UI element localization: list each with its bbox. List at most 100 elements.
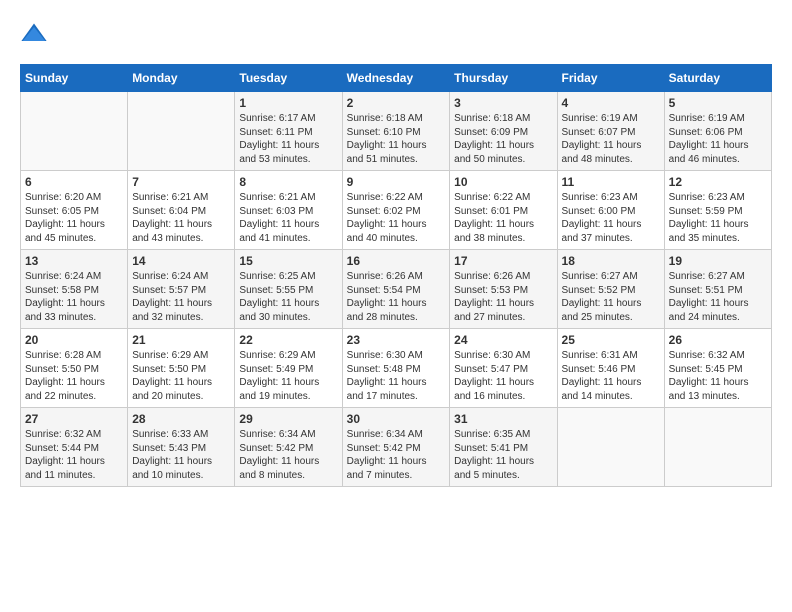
- day-content: Sunrise: 6:21 AM Sunset: 6:03 PM Dayligh…: [239, 191, 337, 245]
- calendar-cell: [664, 408, 771, 487]
- day-content: Sunrise: 6:28 AM Sunset: 5:50 PM Dayligh…: [25, 349, 123, 403]
- day-number: 6: [25, 175, 123, 189]
- col-header-sunday: Sunday: [21, 65, 128, 92]
- calendar-cell: 26 Sunrise: 6:32 AM Sunset: 5:45 PM Dayli…: [664, 329, 771, 408]
- calendar-header: SundayMondayTuesdayWednesdayThursdayFrid…: [21, 65, 772, 92]
- day-number: 26: [669, 333, 767, 347]
- calendar-cell: 17 Sunrise: 6:26 AM Sunset: 5:53 PM Dayli…: [450, 250, 557, 329]
- day-number: 20: [25, 333, 123, 347]
- calendar-row-3: 20 Sunrise: 6:28 AM Sunset: 5:50 PM Dayli…: [21, 329, 772, 408]
- day-content: Sunrise: 6:30 AM Sunset: 5:47 PM Dayligh…: [454, 349, 552, 403]
- calendar-body: 1 Sunrise: 6:17 AM Sunset: 6:11 PM Daylig…: [21, 92, 772, 487]
- day-number: 24: [454, 333, 552, 347]
- day-content: Sunrise: 6:21 AM Sunset: 6:04 PM Dayligh…: [132, 191, 230, 245]
- day-number: 3: [454, 96, 552, 110]
- day-content: Sunrise: 6:19 AM Sunset: 6:06 PM Dayligh…: [669, 112, 767, 166]
- calendar-cell: 6 Sunrise: 6:20 AM Sunset: 6:05 PM Daylig…: [21, 171, 128, 250]
- calendar-cell: 3 Sunrise: 6:18 AM Sunset: 6:09 PM Daylig…: [450, 92, 557, 171]
- calendar-cell: [21, 92, 128, 171]
- day-content: Sunrise: 6:24 AM Sunset: 5:58 PM Dayligh…: [25, 270, 123, 324]
- day-content: Sunrise: 6:18 AM Sunset: 6:10 PM Dayligh…: [347, 112, 446, 166]
- day-content: Sunrise: 6:17 AM Sunset: 6:11 PM Dayligh…: [239, 112, 337, 166]
- day-number: 18: [562, 254, 660, 268]
- calendar-cell: 16 Sunrise: 6:26 AM Sunset: 5:54 PM Dayli…: [342, 250, 450, 329]
- day-number: 12: [669, 175, 767, 189]
- calendar-cell: [557, 408, 664, 487]
- calendar-cell: 28 Sunrise: 6:33 AM Sunset: 5:43 PM Dayli…: [128, 408, 235, 487]
- calendar-cell: 30Sunrise: 6:34 AM Sunset: 5:42 PM Dayli…: [342, 408, 450, 487]
- day-number: 28: [132, 412, 230, 426]
- calendar-cell: 12 Sunrise: 6:23 AM Sunset: 5:59 PM Dayli…: [664, 171, 771, 250]
- col-header-saturday: Saturday: [664, 65, 771, 92]
- calendar-cell: 20 Sunrise: 6:28 AM Sunset: 5:50 PM Dayli…: [21, 329, 128, 408]
- day-number: 25: [562, 333, 660, 347]
- calendar-cell: 29Sunrise: 6:34 AM Sunset: 5:42 PM Dayli…: [235, 408, 342, 487]
- calendar-row-1: 6 Sunrise: 6:20 AM Sunset: 6:05 PM Daylig…: [21, 171, 772, 250]
- calendar-cell: 21 Sunrise: 6:29 AM Sunset: 5:50 PM Dayli…: [128, 329, 235, 408]
- day-content: Sunrise: 6:35 AM Sunset: 5:41 PM Dayligh…: [454, 428, 552, 482]
- header-row: SundayMondayTuesdayWednesdayThursdayFrid…: [21, 65, 772, 92]
- day-content: Sunrise: 6:26 AM Sunset: 5:54 PM Dayligh…: [347, 270, 446, 324]
- day-number: 2: [347, 96, 446, 110]
- day-content: Sunrise: 6:32 AM Sunset: 5:44 PM Dayligh…: [25, 428, 123, 482]
- calendar-table: SundayMondayTuesdayWednesdayThursdayFrid…: [20, 64, 772, 487]
- day-number: 9: [347, 175, 446, 189]
- col-header-monday: Monday: [128, 65, 235, 92]
- logo: [20, 20, 52, 48]
- day-content: Sunrise: 6:23 AM Sunset: 5:59 PM Dayligh…: [669, 191, 767, 245]
- calendar-cell: 4 Sunrise: 6:19 AM Sunset: 6:07 PM Daylig…: [557, 92, 664, 171]
- day-number: 19: [669, 254, 767, 268]
- day-content: Sunrise: 6:26 AM Sunset: 5:53 PM Dayligh…: [454, 270, 552, 324]
- day-content: Sunrise: 6:33 AM Sunset: 5:43 PM Dayligh…: [132, 428, 230, 482]
- day-content: Sunrise: 6:32 AM Sunset: 5:45 PM Dayligh…: [669, 349, 767, 403]
- day-content: Sunrise: 6:20 AM Sunset: 6:05 PM Dayligh…: [25, 191, 123, 245]
- day-content: Sunrise: 6:34 AM Sunset: 5:42 PM Dayligh…: [347, 428, 446, 482]
- day-content: Sunrise: 6:18 AM Sunset: 6:09 PM Dayligh…: [454, 112, 552, 166]
- day-content: Sunrise: 6:23 AM Sunset: 6:00 PM Dayligh…: [562, 191, 660, 245]
- calendar-cell: 11Sunrise: 6:23 AM Sunset: 6:00 PM Dayli…: [557, 171, 664, 250]
- day-number: 4: [562, 96, 660, 110]
- day-content: Sunrise: 6:27 AM Sunset: 5:51 PM Dayligh…: [669, 270, 767, 324]
- col-header-friday: Friday: [557, 65, 664, 92]
- col-header-tuesday: Tuesday: [235, 65, 342, 92]
- calendar-row-0: 1 Sunrise: 6:17 AM Sunset: 6:11 PM Daylig…: [21, 92, 772, 171]
- col-header-wednesday: Wednesday: [342, 65, 450, 92]
- day-number: 15: [239, 254, 337, 268]
- page-header: [20, 20, 772, 48]
- calendar-cell: 2 Sunrise: 6:18 AM Sunset: 6:10 PM Daylig…: [342, 92, 450, 171]
- day-content: Sunrise: 6:22 AM Sunset: 6:01 PM Dayligh…: [454, 191, 552, 245]
- calendar-cell: [128, 92, 235, 171]
- day-number: 17: [454, 254, 552, 268]
- day-content: Sunrise: 6:25 AM Sunset: 5:55 PM Dayligh…: [239, 270, 337, 324]
- calendar-cell: 27 Sunrise: 6:32 AM Sunset: 5:44 PM Dayli…: [21, 408, 128, 487]
- calendar-cell: 19 Sunrise: 6:27 AM Sunset: 5:51 PM Dayli…: [664, 250, 771, 329]
- calendar-cell: 23 Sunrise: 6:30 AM Sunset: 5:48 PM Dayli…: [342, 329, 450, 408]
- calendar-cell: 7 Sunrise: 6:21 AM Sunset: 6:04 PM Daylig…: [128, 171, 235, 250]
- calendar-cell: 24 Sunrise: 6:30 AM Sunset: 5:47 PM Dayli…: [450, 329, 557, 408]
- day-number: 31: [454, 412, 552, 426]
- day-number: 13: [25, 254, 123, 268]
- day-number: 1: [239, 96, 337, 110]
- day-number: 27: [25, 412, 123, 426]
- day-number: 21: [132, 333, 230, 347]
- calendar-cell: 9 Sunrise: 6:22 AM Sunset: 6:02 PM Daylig…: [342, 171, 450, 250]
- day-number: 16: [347, 254, 446, 268]
- day-content: Sunrise: 6:29 AM Sunset: 5:49 PM Dayligh…: [239, 349, 337, 403]
- day-number: 29: [239, 412, 337, 426]
- day-content: Sunrise: 6:31 AM Sunset: 5:46 PM Dayligh…: [562, 349, 660, 403]
- day-content: Sunrise: 6:27 AM Sunset: 5:52 PM Dayligh…: [562, 270, 660, 324]
- col-header-thursday: Thursday: [450, 65, 557, 92]
- day-number: 23: [347, 333, 446, 347]
- day-number: 7: [132, 175, 230, 189]
- calendar-cell: 15 Sunrise: 6:25 AM Sunset: 5:55 PM Dayli…: [235, 250, 342, 329]
- day-content: Sunrise: 6:30 AM Sunset: 5:48 PM Dayligh…: [347, 349, 446, 403]
- day-content: Sunrise: 6:29 AM Sunset: 5:50 PM Dayligh…: [132, 349, 230, 403]
- calendar-cell: 14Sunrise: 6:24 AM Sunset: 5:57 PM Dayli…: [128, 250, 235, 329]
- calendar-row-2: 13 Sunrise: 6:24 AM Sunset: 5:58 PM Dayli…: [21, 250, 772, 329]
- day-content: Sunrise: 6:22 AM Sunset: 6:02 PM Dayligh…: [347, 191, 446, 245]
- calendar-row-4: 27 Sunrise: 6:32 AM Sunset: 5:44 PM Dayli…: [21, 408, 772, 487]
- day-content: Sunrise: 6:24 AM Sunset: 5:57 PM Dayligh…: [132, 270, 230, 324]
- calendar-cell: 8Sunrise: 6:21 AM Sunset: 6:03 PM Daylig…: [235, 171, 342, 250]
- calendar-cell: 10Sunrise: 6:22 AM Sunset: 6:01 PM Dayli…: [450, 171, 557, 250]
- day-content: Sunrise: 6:19 AM Sunset: 6:07 PM Dayligh…: [562, 112, 660, 166]
